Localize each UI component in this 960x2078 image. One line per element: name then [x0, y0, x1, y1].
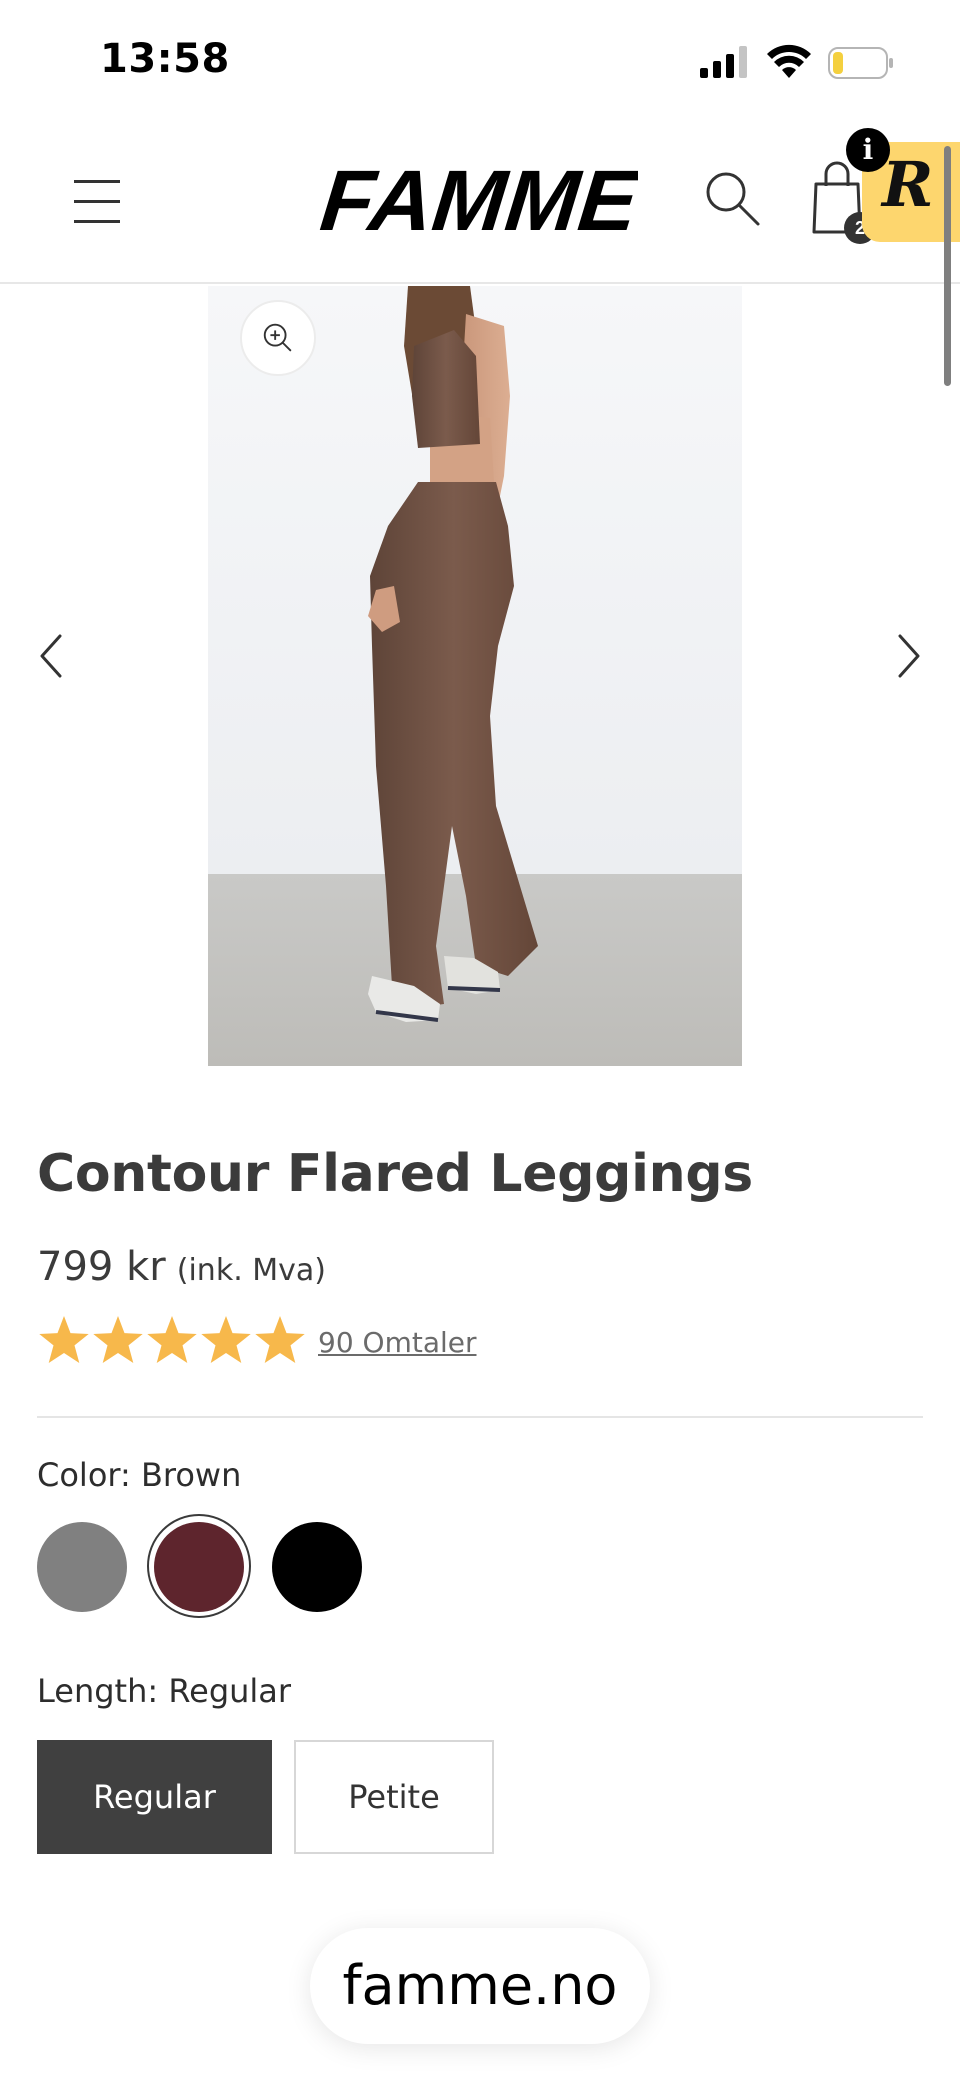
- length-option-petite[interactable]: Petite: [294, 1740, 494, 1854]
- star-icon: [39, 1316, 89, 1363]
- chevron-right-icon[interactable]: [880, 626, 932, 686]
- product-title: Contour Flared Leggings: [37, 1144, 753, 1204]
- wifi-icon: [767, 44, 811, 78]
- star-icon: [147, 1316, 197, 1363]
- star-rating: [39, 1316, 305, 1363]
- star-icon: [255, 1316, 305, 1363]
- svg-text:FAMME: FAMME: [318, 156, 638, 246]
- search-icon[interactable]: [700, 166, 766, 232]
- color-swatch-brown[interactable]: [154, 1522, 244, 1612]
- rewards-logo-icon: R: [882, 148, 934, 221]
- menu-button[interactable]: [68, 172, 128, 232]
- color-label: Color: Brown: [37, 1456, 242, 1494]
- color-swatch-grey[interactable]: [37, 1522, 127, 1612]
- vat-note: (ink. Mva): [176, 1253, 326, 1288]
- star-icon: [93, 1316, 143, 1363]
- status-bar: 13:58: [0, 0, 960, 120]
- star-icon: [201, 1316, 251, 1363]
- brand-logo[interactable]: FAMME: [318, 156, 638, 246]
- length-option-regular[interactable]: Regular: [37, 1740, 272, 1854]
- length-label: Length: Regular: [37, 1672, 292, 1710]
- product-image[interactable]: [208, 286, 742, 1066]
- site-header: FAMME 2 R i: [0, 120, 960, 284]
- battery-icon: [828, 47, 893, 79]
- info-icon[interactable]: i: [846, 128, 890, 172]
- product-price: 799 kr: [37, 1244, 166, 1290]
- hamburger-menu-icon: [74, 180, 120, 183]
- chevron-left-icon[interactable]: [28, 626, 80, 686]
- browser-url-bar[interactable]: famme.no: [310, 1928, 650, 2044]
- signal-icon: [700, 46, 747, 78]
- price-row: 799 kr (ink. Mva): [37, 1244, 326, 1290]
- product-gallery: [0, 286, 960, 1066]
- zoom-in-icon: [263, 323, 292, 352]
- status-time: 13:58: [100, 36, 230, 82]
- color-swatch-black[interactable]: [272, 1522, 362, 1612]
- divider: [37, 1416, 923, 1418]
- zoom-button[interactable]: [240, 300, 316, 376]
- reviews-link[interactable]: 90 Omtaler: [318, 1326, 477, 1359]
